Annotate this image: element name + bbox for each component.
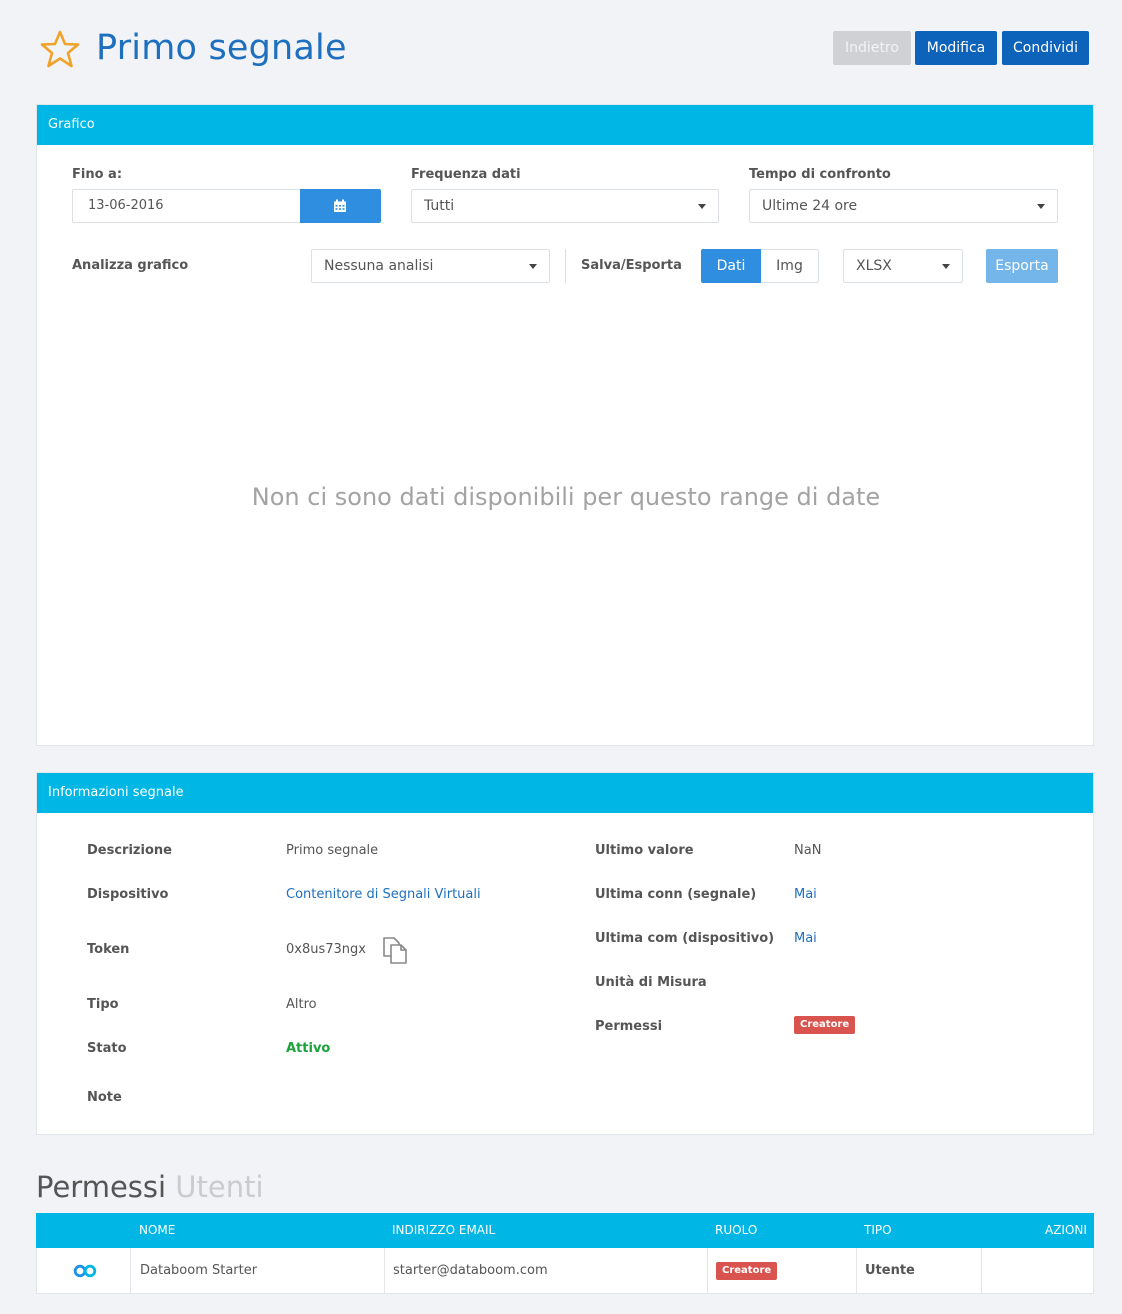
user-type-link[interactable]: Utente — [865, 1248, 915, 1293]
cell-divider — [981, 1248, 982, 1293]
type-value: Altro — [286, 997, 317, 1012]
column-actions: AZIONI — [1045, 1223, 1087, 1237]
toggle-data-button[interactable]: Dati — [701, 249, 761, 283]
compare-select-value: Ultime 24 ore — [762, 198, 858, 214]
column-type: TIPO — [864, 1223, 892, 1237]
chevron-down-icon — [698, 204, 706, 209]
chevron-down-icon — [1037, 204, 1045, 209]
user-name: Databoom Starter — [140, 1263, 258, 1278]
frequency-select[interactable]: Tutti — [411, 189, 719, 223]
compare-select[interactable]: Ultime 24 ore — [749, 189, 1058, 223]
unit-label: Unità di Misura — [595, 975, 707, 990]
calendar-button[interactable] — [300, 189, 381, 223]
export-button[interactable]: Esporta — [986, 249, 1058, 283]
analyze-select[interactable]: Nessuna analisi — [311, 249, 550, 283]
calendar-icon — [334, 199, 346, 212]
device-link[interactable]: Contenitore di Segnali Virtuali — [286, 887, 481, 902]
description-value: Primo segnale — [286, 843, 379, 858]
cell-divider — [384, 1248, 385, 1293]
until-date-input[interactable]: 13-06-2016 — [72, 189, 301, 223]
share-button[interactable]: Condividi — [1002, 31, 1089, 65]
empty-chart-message: Non ci sono dati disponibili per questo … — [251, 483, 881, 511]
toolbar-divider — [565, 249, 566, 283]
save-export-label: Salva/Esporta — [581, 258, 682, 273]
column-name: NOME — [139, 1223, 176, 1237]
last-com-value: Mai — [794, 931, 817, 946]
type-label: Tipo — [87, 997, 119, 1012]
user-role-badge: Creatore — [716, 1262, 778, 1280]
frequency-label: Frequenza dati — [411, 167, 521, 182]
cell-divider — [707, 1248, 708, 1293]
state-label: Stato — [87, 1041, 127, 1056]
page-title: Primo segnale — [96, 28, 347, 68]
token-value: 0x8us73ngx — [286, 942, 366, 957]
last-value-value: NaN — [794, 843, 822, 858]
table-header: NOME INDIRIZZO EMAIL RUOLO TIPO AZIONI — [36, 1213, 1094, 1248]
format-select-value: XLSX — [856, 258, 892, 274]
token-label: Token — [87, 942, 130, 957]
permissions-title: Permessi — [36, 1170, 167, 1204]
table-row: Databoom Starter starter@databoom.com Cr… — [36, 1248, 1094, 1294]
permissions-heading: Permessi Utenti — [36, 1170, 264, 1204]
cell-divider — [856, 1248, 857, 1293]
column-role: RUOLO — [715, 1223, 758, 1237]
permissions-label: Permessi — [595, 1019, 663, 1034]
chart-panel: Grafico Fino a: 13-06-2016 Frequenza dat… — [36, 104, 1094, 746]
last-value-label: Ultimo valore — [595, 843, 694, 858]
last-conn-label: Ultima conn (segnale) — [595, 887, 757, 902]
signal-info-panel: Informazioni segnale Descrizione Primo s… — [36, 772, 1094, 1135]
copy-icon[interactable] — [381, 935, 411, 965]
analyze-label: Analizza grafico — [72, 258, 189, 273]
description-label: Descrizione — [87, 843, 172, 858]
until-label: Fino a: — [72, 167, 123, 182]
device-label: Dispositivo — [87, 887, 169, 902]
column-email: INDIRIZZO EMAIL — [392, 1223, 496, 1237]
role-badge: Creatore — [794, 1016, 856, 1034]
cell-divider — [130, 1248, 131, 1293]
notes-label: Note — [87, 1090, 122, 1105]
databoom-logo-icon — [73, 1264, 97, 1278]
permissions-subtitle: Utenti — [175, 1170, 264, 1204]
last-com-label: Ultima com (dispositivo) — [595, 931, 775, 946]
compare-label: Tempo di confronto — [749, 167, 891, 182]
edit-button[interactable]: Modifica — [915, 31, 997, 65]
toggle-img-button[interactable]: Img — [761, 249, 819, 283]
analyze-select-value: Nessuna analisi — [324, 258, 434, 274]
format-select[interactable]: XLSX — [843, 249, 963, 283]
user-email: starter@databoom.com — [393, 1263, 548, 1278]
chevron-down-icon — [529, 264, 537, 269]
chart-panel-title: Grafico — [37, 105, 1093, 145]
state-value: Attivo — [286, 1041, 331, 1056]
signal-info-title: Informazioni segnale — [37, 773, 1093, 813]
chevron-down-icon — [942, 264, 950, 269]
last-conn-value: Mai — [794, 887, 817, 902]
favorite-star-icon[interactable] — [40, 30, 80, 68]
back-button[interactable]: Indietro — [833, 31, 911, 65]
frequency-select-value: Tutti — [424, 198, 455, 214]
